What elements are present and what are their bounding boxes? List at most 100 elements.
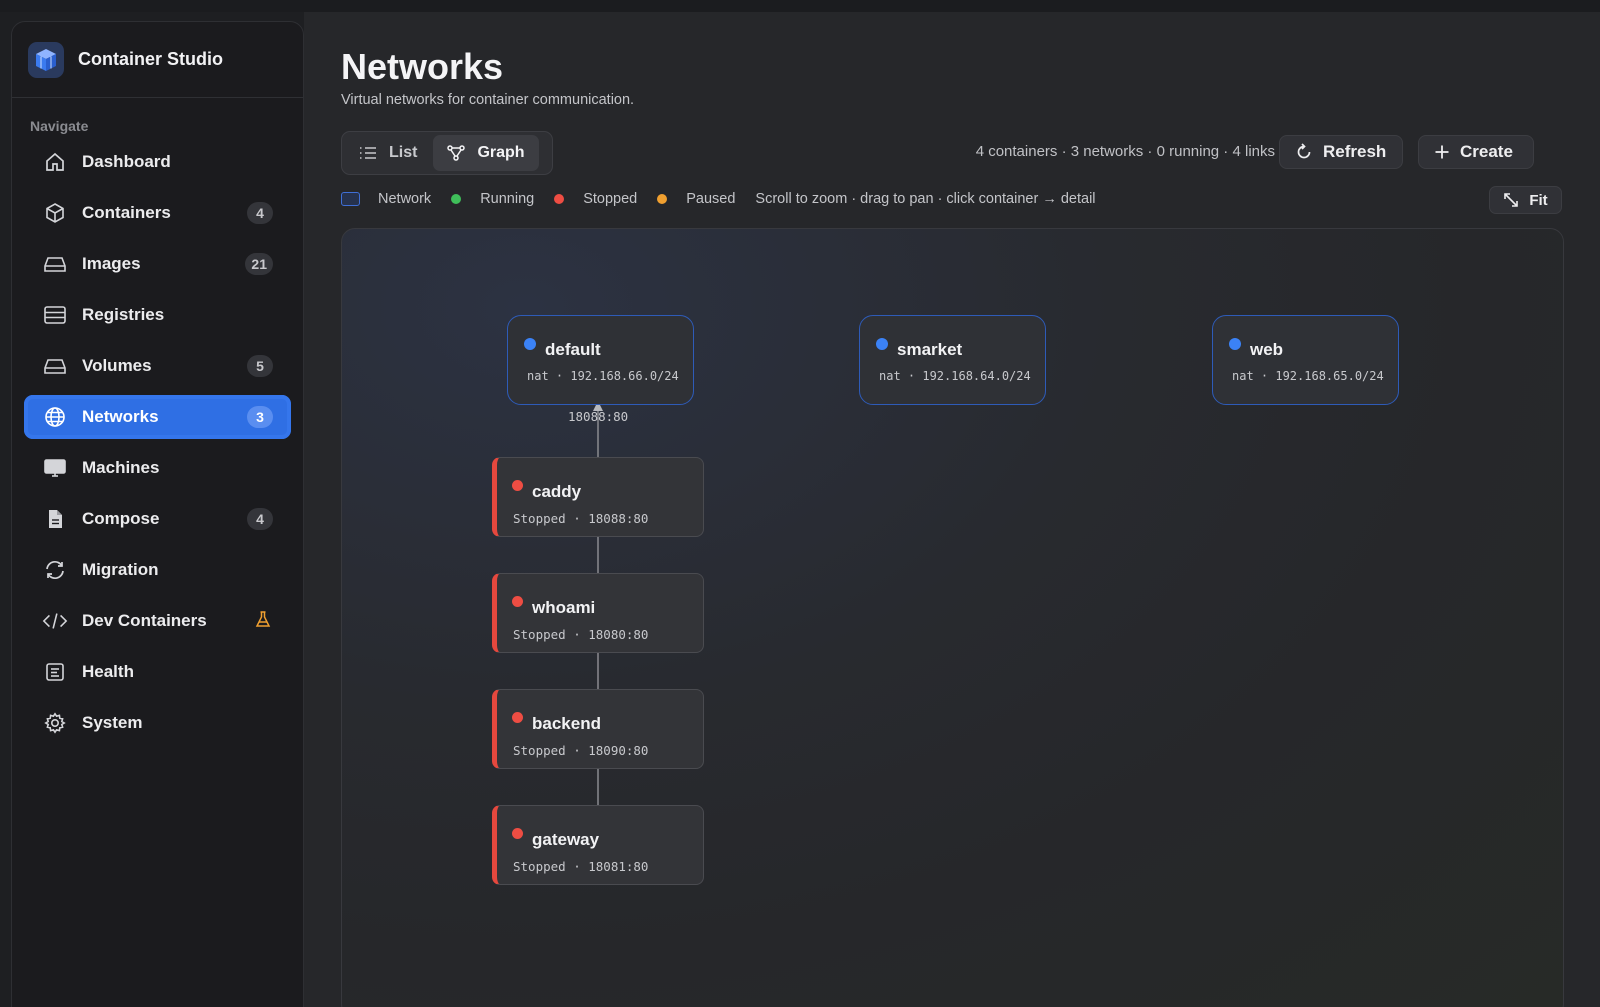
tab-graph-label: Graph: [477, 144, 525, 161]
sidebar-item-label: Migration: [82, 560, 159, 579]
sidebar-item-label: Dashboard: [82, 152, 171, 171]
graph-icon: [447, 145, 466, 161]
legend-running: Running: [480, 191, 535, 207]
cube-icon: [42, 200, 68, 226]
stopped-dot: [554, 194, 565, 204]
sidebar-item-dashboard[interactable]: Dashboard: [24, 140, 291, 184]
sidebar-item-migration[interactable]: Migration: [24, 548, 291, 592]
summary-stats: 4 containers · 3 networks · 0 running · …: [975, 143, 1275, 160]
tab-graph[interactable]: Graph: [433, 135, 539, 171]
refresh-button[interactable]: Refresh: [1279, 135, 1403, 169]
refresh-label: Refresh: [1323, 142, 1387, 161]
list-icon: [360, 147, 376, 159]
count-badge: 21: [245, 253, 273, 275]
count-badge: 5: [247, 355, 273, 377]
sidebar-nav: Dashboard Containers 4 Images 21 Registr…: [12, 140, 303, 745]
container-name: gateway: [532, 830, 600, 849]
sidebar-item-label: System: [82, 713, 143, 732]
paused-dot: [657, 194, 668, 204]
sidebar-item-label: Machines: [82, 458, 160, 477]
sidebar-item-machines[interactable]: Machines: [24, 446, 291, 490]
legend-paused: Paused: [686, 191, 736, 207]
sidebar-item-label: Compose: [82, 509, 160, 528]
sidebar-item-label: Health: [82, 662, 134, 681]
container-node-gateway[interactable]: gateway Stopped · 18081:80: [492, 805, 704, 885]
cube-logo-icon: [28, 41, 64, 78]
create-label: Create: [1460, 142, 1513, 161]
sidebar-item-label: Dev Containers: [82, 611, 207, 630]
network-name: default: [545, 340, 601, 359]
drive-icon: [42, 251, 68, 277]
container-status: Stopped · 18081:80: [513, 859, 649, 874]
sidebar-item-label: Registries: [82, 305, 165, 324]
container-name: caddy: [532, 482, 582, 501]
sidebar-item-volumes[interactable]: Volumes 5: [24, 344, 291, 388]
network-node-smarket[interactable]: smarket nat · 192.168.64.0/24: [859, 315, 1046, 405]
container-name: whoami: [532, 598, 596, 617]
network-node-web[interactable]: web nat · 192.168.65.0/24: [1212, 315, 1399, 405]
network-subnet: nat · 192.168.65.0/24: [1232, 369, 1384, 383]
network-node-default[interactable]: default nat · 192.168.66.0/24: [507, 315, 694, 405]
container-node-backend[interactable]: backend Stopped · 18090:80: [492, 689, 704, 769]
window-top-strip: [0, 0, 1600, 12]
tab-list-label: List: [389, 144, 418, 161]
sidebar-item-compose[interactable]: Compose 4: [24, 497, 291, 541]
house-icon: [42, 149, 68, 175]
refresh-icon: [1297, 143, 1311, 159]
code-icon: [42, 608, 68, 634]
container-node-whoami[interactable]: whoami Stopped · 18080:80: [492, 573, 704, 653]
count-badge: 3: [247, 406, 273, 428]
fit-label: Fit: [1529, 191, 1548, 209]
sidebar: Container Studio Navigate Dashboard Cont…: [11, 21, 304, 1007]
main-panel: Networks Virtual networks for container …: [304, 12, 1600, 1007]
monitor-icon: [42, 455, 68, 481]
drive-icon: [42, 353, 68, 379]
edge-label: 18088:80: [568, 409, 629, 424]
stopped-dot: [512, 480, 523, 491]
network-subnet: nat · 192.168.64.0/24: [879, 369, 1031, 383]
count-badge: 4: [247, 508, 273, 530]
sidebar-item-dev-containers[interactable]: Dev Containers: [24, 599, 291, 643]
legend-network: Network: [378, 191, 432, 207]
stopped-dot: [512, 828, 523, 839]
network-name: smarket: [897, 340, 963, 359]
sidebar-item-health[interactable]: Health: [24, 650, 291, 694]
legend-stopped: Stopped: [583, 191, 638, 207]
graph-legend: Network Running Stopped Paused Scroll to…: [341, 189, 1116, 209]
health-icon: [42, 659, 68, 685]
sidebar-item-images[interactable]: Images 21: [24, 242, 291, 286]
sidebar-item-containers[interactable]: Containers 4: [24, 191, 291, 235]
sidebar-item-label: Volumes: [82, 356, 152, 375]
container-status: Stopped · 18088:80: [513, 511, 649, 526]
sidebar-item-label: Containers: [82, 203, 171, 222]
globe-icon: [42, 404, 68, 430]
graph-hint: Scroll to zoom · drag to pan · click con…: [755, 191, 1096, 207]
container-node-caddy[interactable]: caddy Stopped · 18088:80: [492, 457, 704, 537]
gear-icon: [42, 710, 68, 736]
container-status: Stopped · 18090:80: [513, 743, 649, 758]
page-subtitle: Virtual networks for container communica…: [341, 92, 635, 108]
network-dot: [876, 338, 888, 350]
container-status: Stopped · 18080:80: [513, 627, 649, 642]
view-toggle: List Graph: [341, 131, 553, 175]
graph-canvas[interactable]: 18088:80 default nat · 192.168.66.0/24 s…: [341, 228, 1564, 1007]
page-title: Networks: [341, 46, 504, 87]
flask-icon: [255, 610, 271, 633]
sidebar-item-system[interactable]: System: [24, 701, 291, 745]
plus-icon: [1435, 145, 1449, 159]
count-badge: 4: [247, 202, 273, 224]
sidebar-item-label: Images: [82, 254, 141, 273]
nav-heading: Navigate: [30, 118, 89, 134]
tab-list[interactable]: List: [345, 135, 431, 171]
sidebar-item-networks[interactable]: Networks 3: [24, 395, 291, 439]
create-button[interactable]: Create: [1418, 135, 1534, 169]
network-dot: [524, 338, 536, 350]
brand-header: Container Studio: [12, 22, 303, 98]
stopped-dot: [512, 712, 523, 723]
sidebar-item-registries[interactable]: Registries: [24, 293, 291, 337]
stopped-dot: [512, 596, 523, 607]
document-icon: [42, 506, 68, 532]
server-icon: [42, 302, 68, 328]
container-name: backend: [532, 714, 601, 733]
fit-button[interactable]: Fit: [1489, 186, 1562, 214]
